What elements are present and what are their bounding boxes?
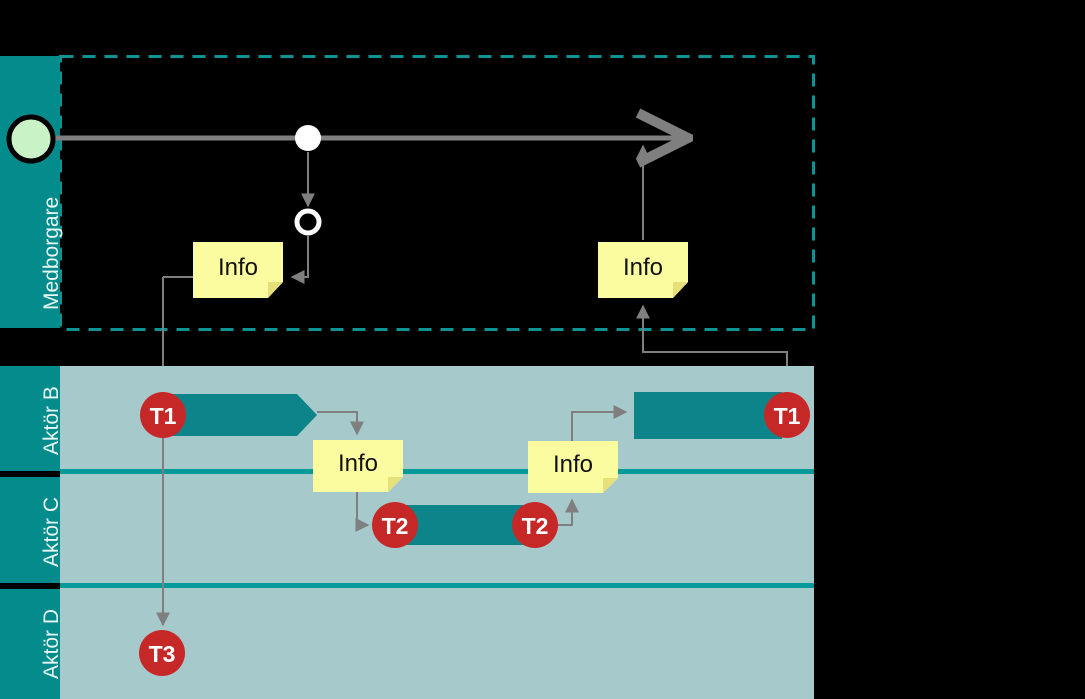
sticky-note-3-label: Info [337, 450, 379, 477]
milestone-dot-icon [295, 125, 321, 151]
sticky-note-1-label: Info [217, 254, 259, 281]
badge-t2-end-label: T2 [521, 513, 549, 539]
badge-t2-start-label: T2 [381, 513, 409, 539]
diagram-canvas: Medborgare Aktör B Aktör C Aktör D Info … [0, 0, 1085, 699]
badge-t3-label: T3 [148, 641, 176, 667]
start-event-icon [6, 114, 56, 164]
badge-t1-start-label: T1 [149, 403, 177, 429]
lane-body-medborgare [60, 56, 814, 330]
lane-label-medborgare: Medborgare [40, 196, 63, 310]
lane-label-aktor-d: Aktör D [40, 608, 63, 679]
lane-label-aktor-b: Aktör B [40, 386, 63, 455]
lane-divider-c-d [60, 583, 814, 588]
sticky-note-2-label: Info [622, 254, 664, 281]
sticky-note-4-label: Info [552, 451, 594, 478]
badge-t1-end-label: T1 [773, 403, 801, 429]
diagram-graphics [0, 55, 815, 699]
lane-divider-b-c [60, 469, 814, 474]
lane-label-aktor-c: Aktör C [40, 496, 63, 567]
task-bar-t1-left [165, 394, 317, 436]
